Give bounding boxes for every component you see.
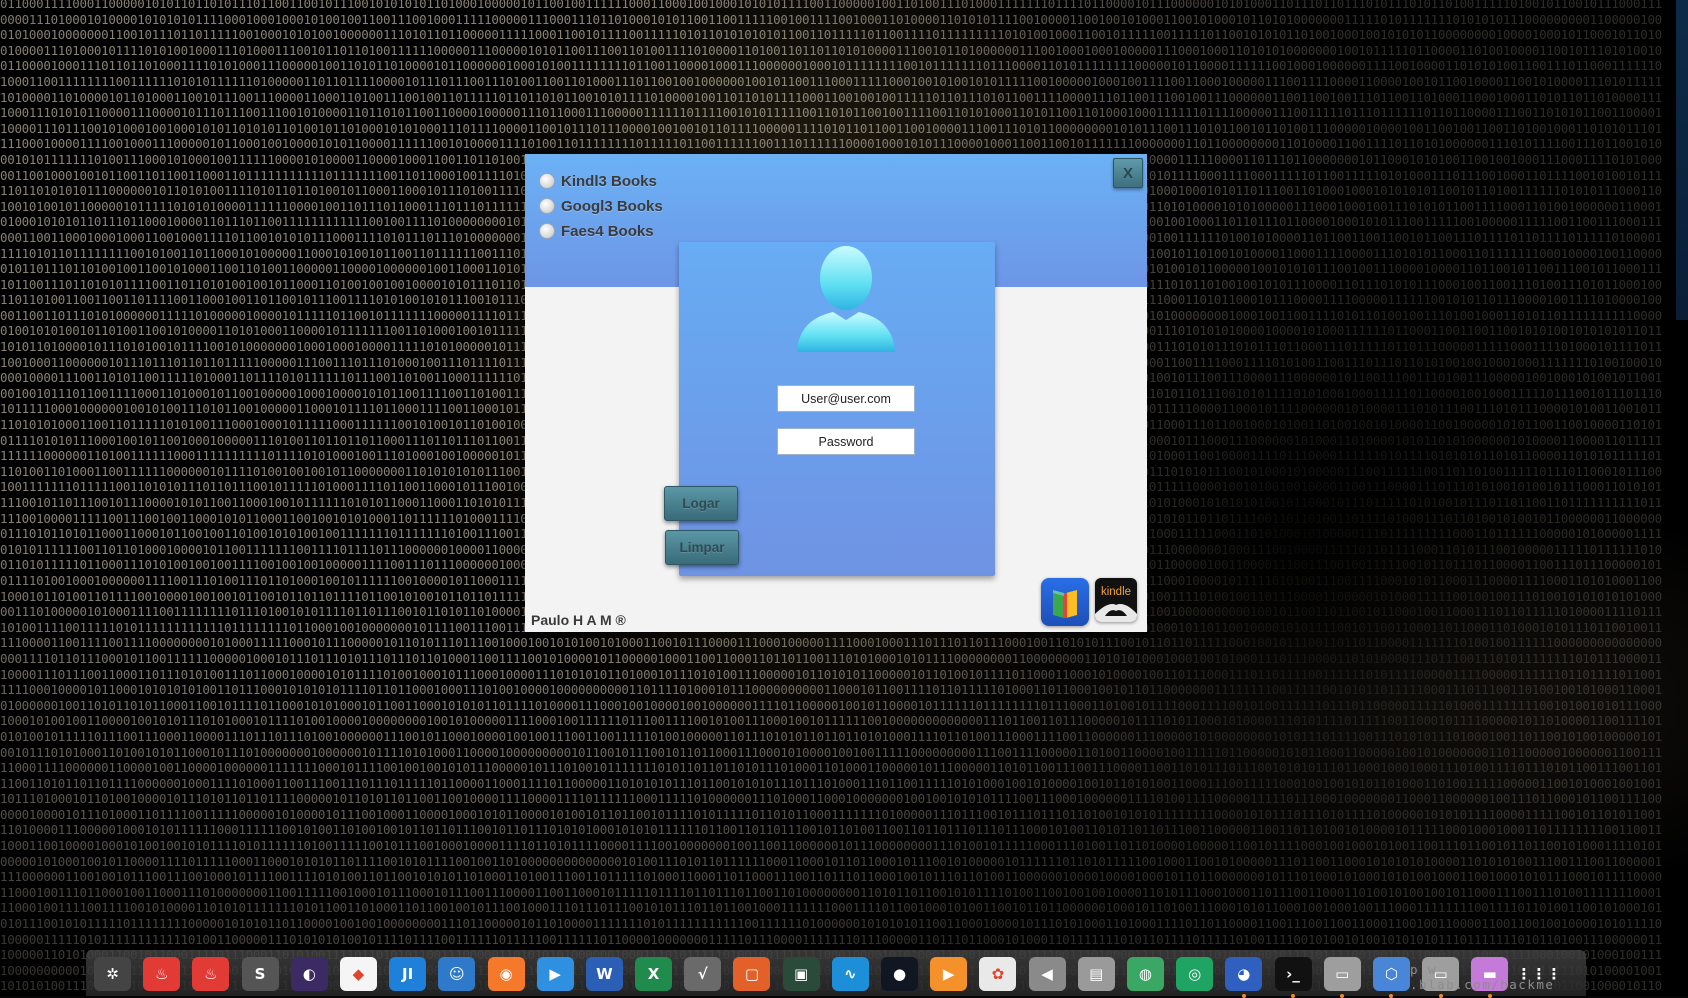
user-avatar-icon [797,246,895,352]
eclipse-icon[interactable]: ◐ [290,957,328,991]
running-indicator [1487,994,1492,998]
intellij-icon[interactable]: JI [389,957,427,991]
password-field[interactable] [777,428,915,455]
photos-icon[interactable]: ✿ [979,957,1017,991]
option-label: Googl3 Books [561,197,663,215]
dock-item-glyph: ›_ [1286,965,1300,983]
book-icon [1053,590,1077,618]
media-player-icon[interactable]: ▶ [536,957,574,991]
login-card [679,242,995,576]
dock-item-glyph: ♨ [154,965,169,983]
video-icon[interactable]: ● [881,957,918,991]
dock-url-text: p w .blab.com/hackme [1410,962,1555,992]
author-signature: Paulo H A M ® [531,612,626,628]
radio-button[interactable] [539,173,555,189]
dock-item-glyph: ▭ [1335,965,1350,983]
dock-item-glyph: ◎ [1188,965,1202,983]
running-indicator [1389,994,1394,998]
dock: ✲ ♨ ♨ S ◐ ◆ JI ☺ ◉ ▶ W X √ ▢ ▣ ∿ ● ▶ ✿ ◀ ▤ ◍ ◎ ◕ ›_ ▭ ⬡ ▭ ▬ ⋮⋮⋮ p w .… [86,950,1586,998]
dock-apps: ✲ ♨ ♨ S ◐ ◆ JI ☺ ◉ ▶ W X √ ▢ ▣ ∿ ● ▶ ✿ ◀ ▤ ◍ ◎ ◕ ›_ ▭ ⬡ ▭ ▬ ⋮⋮⋮ [94,957,1561,998]
dock-item-glyph: ♨ [204,965,218,983]
running-indicator [1241,994,1246,998]
slides-icon[interactable]: ▢ [733,957,771,991]
dock-item-glyph: √ [697,965,708,983]
terminal-green-icon[interactable]: ▣ [782,957,820,991]
dock-item-glyph: ∿ [844,965,857,983]
finder-icon[interactable]: ☺ [438,957,476,991]
dock-item-glyph: ✲ [106,965,119,983]
radio-button[interactable] [539,198,555,214]
option-kindle-books[interactable]: Kindl3 Books [539,170,657,192]
close-button[interactable]: X [1113,158,1143,188]
gear-icon[interactable]: ✲ [94,957,131,991]
dock-item-glyph: ● [892,965,907,983]
excel-icon[interactable]: X [635,957,673,991]
dock-item-glyph: ⬡ [1384,965,1398,983]
dock-item-glyph: S [254,965,266,983]
sublime-icon[interactable]: S [241,957,279,991]
reader-silhouette-icon [1095,604,1137,622]
running-indicator [1340,994,1345,998]
dock-item-glyph: ▤ [1089,965,1104,983]
dock-item-glyph: X [647,965,660,983]
dock-item-glyph: ✿ [991,965,1005,983]
terminal-icon[interactable]: ›_ [1274,957,1312,998]
dock-item-glyph: JI [402,965,414,983]
play-icon[interactable]: ▶ [930,957,968,991]
email-field[interactable] [777,385,915,412]
clear-button[interactable]: Limpar [665,530,739,565]
option-faes4-books[interactable]: Faes4 Books [539,220,654,242]
background-window-edge [1676,0,1688,320]
drive-icon[interactable]: ▤ [1077,957,1115,991]
running-indicator [1291,994,1295,998]
dock-item-glyph: ◐ [302,965,316,983]
dock-item-glyph: ▢ [744,965,760,983]
login-window: Kindl3 Books Googl3 Books Faes4 Books X … [525,154,1147,632]
option-label: Kindl3 Books [561,172,657,190]
formula-icon[interactable]: √ [684,957,722,991]
dock-item-glyph: ◆ [352,965,365,983]
option-google-books[interactable]: Googl3 Books [539,195,663,217]
word-icon[interactable]: W [585,957,623,991]
radio-button[interactable] [539,223,555,239]
kindle-app-icon[interactable]: kindle [1095,578,1137,622]
dock-item-glyph: ◕ [1237,965,1251,983]
firefox-icon[interactable]: ◕ [1225,957,1263,998]
dock-item-glyph: ◉ [499,965,513,983]
java-icon[interactable]: ♨ [192,957,230,991]
dock-item-glyph: ◀ [1041,965,1053,983]
dock-item-glyph: ▣ [794,965,809,983]
dock-item-glyph: ☺ [448,965,465,983]
option-label: Faes4 Books [561,222,654,240]
dock-item-glyph: W [596,965,613,983]
running-indicator [1438,994,1443,998]
google-books-icon[interactable] [1041,578,1089,626]
waveform-icon[interactable]: ∿ [831,957,869,991]
login-button[interactable]: Logar [664,486,738,521]
chrome-icon[interactable]: ◎ [1176,957,1214,991]
volume-icon[interactable]: ◀ [1028,957,1066,991]
dock-item-glyph: ▶ [942,965,955,983]
window-icon[interactable]: ▭ [1323,957,1361,998]
dock-item-glyph: ▶ [549,965,561,983]
cube-icon[interactable]: ◆ [339,957,377,991]
dock-item-glyph: ◍ [1138,965,1152,983]
java-icon[interactable]: ♨ [143,957,181,991]
blender-icon[interactable]: ◉ [487,957,525,991]
box-icon[interactable]: ⬡ [1372,957,1410,998]
globe-icon[interactable]: ◍ [1126,957,1164,991]
